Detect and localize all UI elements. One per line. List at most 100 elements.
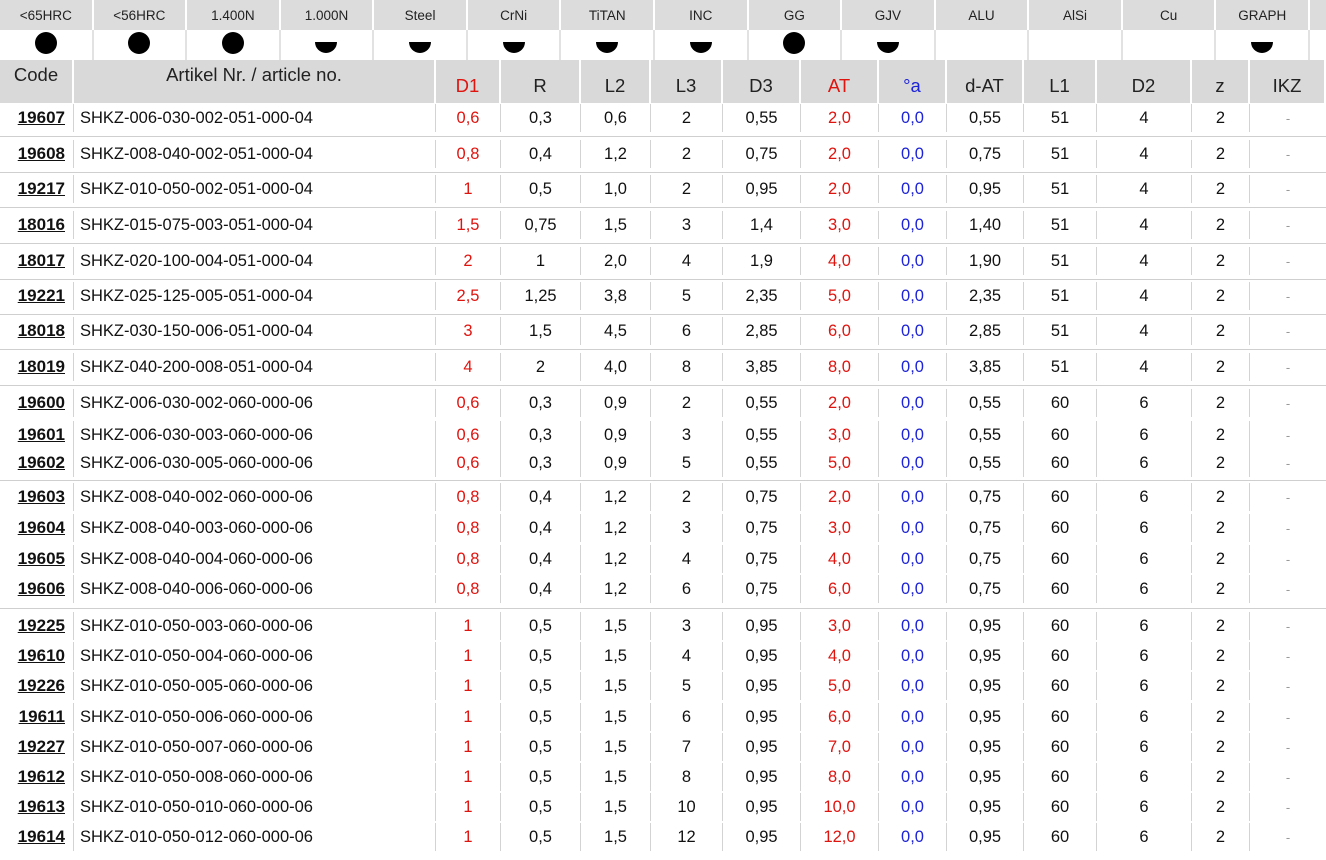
material-suitability-cell <box>936 30 1030 60</box>
product-code-link[interactable]: 19217 <box>0 175 74 203</box>
cell-angle: 0,0 <box>879 449 947 477</box>
cell-l2: 1,5 <box>581 703 651 731</box>
cell-d1: 1 <box>436 733 501 761</box>
cell-d2: 6 <box>1097 449 1192 477</box>
cell-angle: 0,0 <box>879 793 947 821</box>
table-row: 19225 SHKZ-010-050-003-060-000-06 1 0,5 1,5 3… <box>0 612 1326 640</box>
cell-l2: 1,5 <box>581 612 651 640</box>
cell-l1: 60 <box>1024 545 1097 573</box>
cell-d2: 6 <box>1097 612 1192 640</box>
half-circle-icon <box>596 42 619 53</box>
cell-article: SHKZ-010-050-003-060-000-06 <box>74 612 436 640</box>
column-header-r: R <box>501 60 581 103</box>
cell-d2: 4 <box>1097 104 1192 132</box>
product-code-link[interactable]: 18018 <box>0 317 74 345</box>
product-code-link[interactable]: 19604 <box>0 514 74 542</box>
cell-d1: 1 <box>436 175 501 203</box>
table-row: 19613 SHKZ-010-050-010-060-000-06 1 0,5 1,5 1… <box>0 793 1326 821</box>
product-code-link[interactable]: 19602 <box>0 449 74 477</box>
cell-l3: 5 <box>651 672 723 700</box>
cell-d1: 2,5 <box>436 282 501 310</box>
cell-l1: 51 <box>1024 317 1097 345</box>
cell-dat: 0,75 <box>947 483 1024 511</box>
material-suitability-cell <box>187 30 281 60</box>
cell-article: SHKZ-006-030-003-060-000-06 <box>74 421 436 449</box>
cell-ikz: - <box>1285 110 1291 126</box>
product-code-link[interactable]: 19601 <box>0 421 74 449</box>
product-code-link[interactable]: 19225 <box>0 612 74 640</box>
cell-l1: 60 <box>1024 483 1097 511</box>
cell-z: 2 <box>1192 763 1250 791</box>
cell-l1: 60 <box>1024 389 1097 417</box>
product-code-link[interactable]: 19227 <box>0 733 74 761</box>
cell-r: 0,5 <box>501 763 581 791</box>
material-suitability-cell <box>0 30 94 60</box>
cell-at: 2,0 <box>801 175 879 203</box>
cell-l1: 60 <box>1024 733 1097 761</box>
cell-d2: 6 <box>1097 421 1192 449</box>
cell-r: 0,3 <box>501 104 581 132</box>
product-code-link[interactable]: 19612 <box>0 763 74 791</box>
material-label: <65HRC <box>0 0 94 30</box>
cell-r: 0,3 <box>501 449 581 477</box>
product-code-link[interactable]: 18016 <box>0 211 74 239</box>
cell-l2: 1,5 <box>581 823 651 851</box>
cell-angle: 0,0 <box>879 545 947 573</box>
half-circle-icon <box>876 42 899 53</box>
cell-l1: 51 <box>1024 282 1097 310</box>
material-suitability-cell <box>749 30 843 60</box>
product-code-link[interactable]: 19600 <box>0 389 74 417</box>
column-header-l2: L2 <box>581 60 651 103</box>
product-code-link[interactable]: 19611 <box>0 703 74 731</box>
cell-dat: 0,95 <box>947 823 1024 851</box>
column-header-code: Code <box>0 60 74 103</box>
cell-l1: 51 <box>1024 175 1097 203</box>
cell-article: SHKZ-010-050-002-051-000-04 <box>74 175 436 203</box>
table-row: 18017 SHKZ-020-100-004-051-000-04 2 1 2,0 4 1,… <box>0 247 1326 275</box>
product-code-link[interactable]: 19226 <box>0 672 74 700</box>
cell-d1: 1 <box>436 793 501 821</box>
material-label: Cu <box>1123 0 1217 30</box>
material-suitability-cell <box>468 30 562 60</box>
material-label: 1.400N <box>187 0 281 30</box>
product-code-link[interactable]: 19608 <box>0 140 74 168</box>
product-code-link[interactable]: 19603 <box>0 483 74 511</box>
cell-angle: 0,0 <box>879 483 947 511</box>
cell-ikz: - <box>1285 739 1291 755</box>
product-code-link[interactable]: 19605 <box>0 545 74 573</box>
cell-d1: 3 <box>436 317 501 345</box>
table-row: 18019 SHKZ-040-200-008-051-000-04 4 2 4,0 8 3,… <box>0 353 1326 381</box>
cell-z: 2 <box>1192 703 1250 731</box>
product-code-link[interactable]: 19613 <box>0 793 74 821</box>
cell-dat: 0,55 <box>947 104 1024 132</box>
cell-d1: 1 <box>436 672 501 700</box>
cell-article: SHKZ-006-030-005-060-000-06 <box>74 449 436 477</box>
product-code-link[interactable]: 19606 <box>0 575 74 603</box>
cell-angle: 0,0 <box>879 317 947 345</box>
column-header-row: Code Artikel Nr. / article no. D1 R L2 L3 D3 AT… <box>0 60 1326 103</box>
cell-r: 0,5 <box>501 733 581 761</box>
cell-l2: 1,5 <box>581 733 651 761</box>
product-code-link[interactable]: 19607 <box>0 104 74 132</box>
cell-z: 2 <box>1192 642 1250 670</box>
cell-d1: 4 <box>436 353 501 381</box>
table-row: 19227 SHKZ-010-050-007-060-000-06 1 0,5 1,5 7… <box>0 733 1326 761</box>
product-code-link[interactable]: 18017 <box>0 247 74 275</box>
cell-r: 1,25 <box>501 282 581 310</box>
cell-d3: 2,85 <box>723 317 801 345</box>
product-code-link[interactable]: 19610 <box>0 642 74 670</box>
product-code-link[interactable]: 19614 <box>0 823 74 851</box>
cell-l2: 1,5 <box>581 211 651 239</box>
table-row: 19604 SHKZ-008-040-003-060-000-06 0,8 0,4 1,… <box>0 514 1326 542</box>
product-code-link[interactable]: 18019 <box>0 353 74 381</box>
product-code-link[interactable]: 19221 <box>0 282 74 310</box>
column-header-l1: L1 <box>1024 60 1097 103</box>
cell-article: SHKZ-020-100-004-051-000-04 <box>74 247 436 275</box>
material-label: GRAPH <box>1216 0 1310 30</box>
cell-angle: 0,0 <box>879 763 947 791</box>
cell-d3: 0,95 <box>723 793 801 821</box>
cell-l2: 4,0 <box>581 353 651 381</box>
material-suitability-cell <box>561 30 655 60</box>
cell-d3: 0,75 <box>723 575 801 603</box>
cell-l1: 60 <box>1024 612 1097 640</box>
